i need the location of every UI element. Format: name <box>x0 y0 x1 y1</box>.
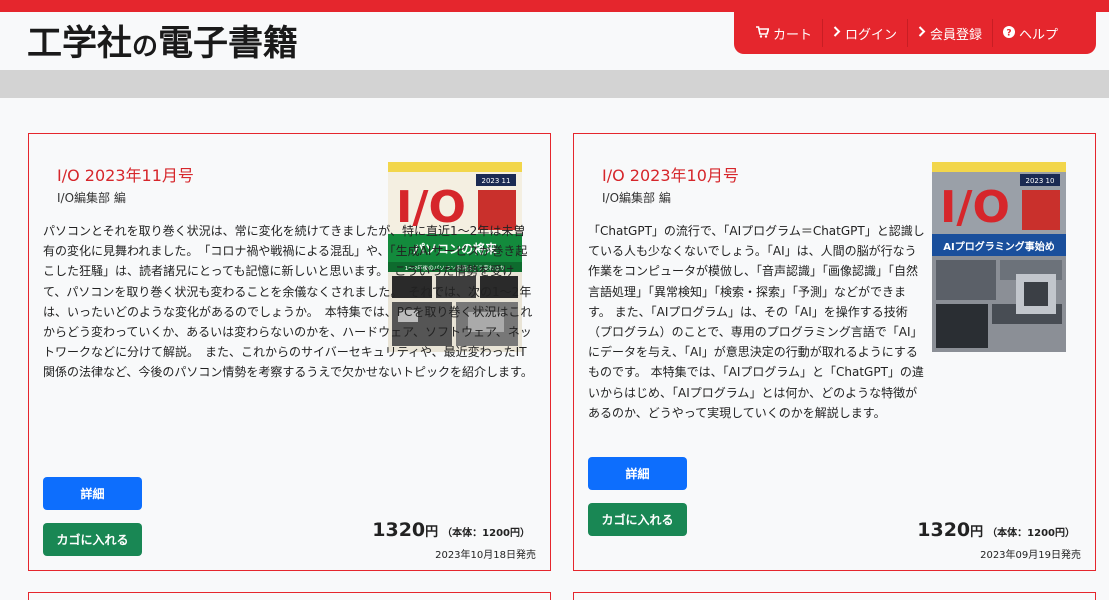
product-card: I/O 2023年10月号 I/O編集部 編 I/O 2023 10 AIプログ… <box>573 133 1096 571</box>
product-card-next <box>28 592 551 600</box>
release-date: 2023年10月18日発売 <box>435 550 536 561</box>
site-header: 工学社の電子書籍 カート ログイン 会員登録 ? ヘルプ <box>0 12 1109 70</box>
cover-badge: 2023 10 <box>1026 177 1055 185</box>
cover-headline: AIプログラミング事始め <box>943 240 1054 253</box>
cart-icon <box>756 25 770 41</box>
product-card-next <box>573 592 1096 600</box>
product-price: 1320円 （本体：1200円） <box>917 519 1075 541</box>
nav-help-label: ヘルプ <box>1019 27 1059 43</box>
price-value: 1320 <box>917 519 971 541</box>
price-note: （本体：1200円） <box>442 528 530 539</box>
product-description: 「ChatGPT」の流行で、「AIプログラム＝ChatGPT」と認識している人も… <box>588 224 925 420</box>
nav-cart[interactable]: カート <box>746 19 824 47</box>
nav-login-label: ログイン <box>845 27 898 43</box>
price-currency: 円 <box>970 525 984 540</box>
nav-cart-label: カート <box>773 27 813 43</box>
product-author: I/O編集部 編 <box>602 191 671 205</box>
detail-button[interactable]: 詳細 <box>43 477 142 510</box>
logo-text-main: 工学社 <box>27 24 133 64</box>
product-title[interactable]: I/O 2023年10月号 <box>602 162 739 186</box>
product-title[interactable]: I/O 2023年11月号 <box>57 162 194 186</box>
price-currency: 円 <box>425 525 439 540</box>
release-date: 2023年09月19日発売 <box>980 550 1081 561</box>
price-note: （本体：1200円） <box>987 528 1075 539</box>
svg-text:?: ? <box>1006 28 1011 38</box>
chevron-right-icon <box>833 26 841 40</box>
cover-logo: I/O <box>940 182 1010 233</box>
site-logo[interactable]: 工学社の電子書籍 <box>27 24 298 67</box>
nav-help[interactable]: ? ヘルプ <box>993 19 1068 47</box>
question-circle-icon: ? <box>1003 25 1016 41</box>
product-price: 1320円 （本体：1200円） <box>372 519 530 541</box>
add-to-cart-button[interactable]: カゴに入れる <box>588 503 687 536</box>
top-accent-bar <box>0 0 1109 12</box>
cover-badge: 2023 11 <box>482 177 511 185</box>
product-author: I/O編集部 編 <box>57 191 126 205</box>
chevron-right-icon <box>918 26 926 40</box>
nav-register-label: 会員登録 <box>930 27 983 43</box>
product-card: I/O 2023年11月号 I/O編集部 編 I/O 2023 11 パソコンの… <box>28 133 551 571</box>
breadcrumb-bar <box>0 70 1109 98</box>
logo-text-no: の <box>132 32 159 62</box>
nav-register[interactable]: 会員登録 <box>908 19 994 47</box>
logo-text-tail: 電子書籍 <box>158 24 299 64</box>
product-description: パソコンとそれを取り巻く状況は、常に変化を続けてきましたが、特に直近1〜2年は未… <box>43 224 533 380</box>
add-to-cart-button[interactable]: カゴに入れる <box>43 523 142 556</box>
nav-login[interactable]: ログイン <box>823 19 909 47</box>
detail-button[interactable]: 詳細 <box>588 457 687 490</box>
header-nav: カート ログイン 会員登録 ? ヘルプ <box>734 12 1096 54</box>
price-value: 1320 <box>372 519 426 541</box>
product-cover-image[interactable]: I/O 2023 10 AIプログラミング事始め <box>932 162 1066 352</box>
